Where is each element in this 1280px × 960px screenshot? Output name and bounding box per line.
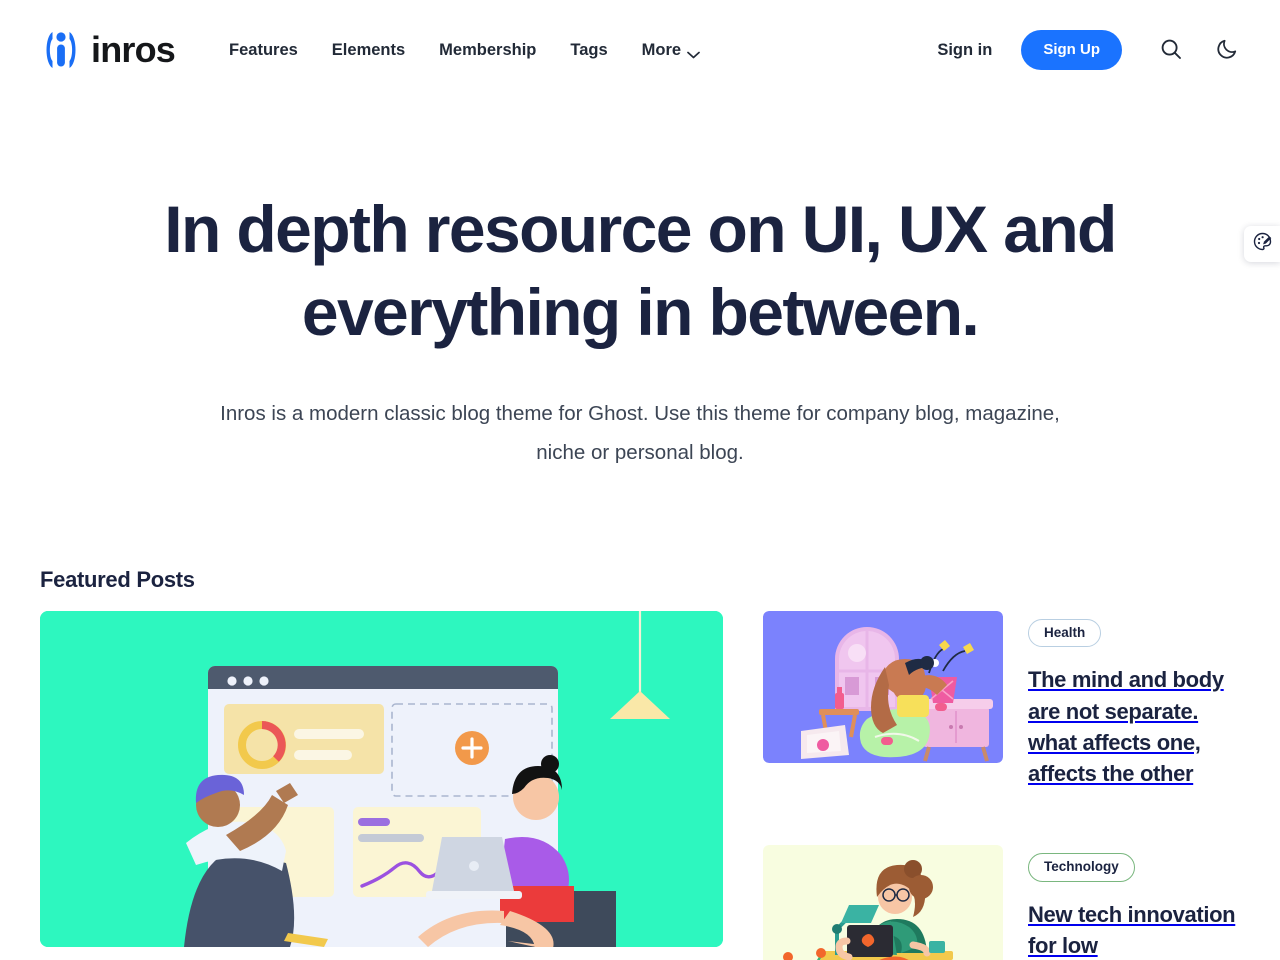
search-icon bbox=[1160, 38, 1182, 63]
nav-item-tags[interactable]: Tags bbox=[570, 42, 607, 59]
nav-item-more-label: More bbox=[641, 40, 682, 59]
hero-subtitle: Inros is a modern classic blog theme for… bbox=[220, 401, 1060, 465]
nav-item-more[interactable]: More bbox=[642, 42, 700, 59]
featured-posts-heading: Featured Posts bbox=[40, 566, 195, 592]
inros-logo-icon bbox=[40, 28, 82, 72]
side-post-meta: Health The mind and body are not separat… bbox=[1028, 611, 1240, 789]
site-header: inros Features Elements Membership Tags … bbox=[0, 0, 1280, 100]
post-title-technology: New tech innovation for low bbox=[1028, 901, 1236, 958]
page-title: In depth resource on UI, UX and everythi… bbox=[164, 192, 1117, 349]
side-post-health[interactable]: Health The mind and body are not separat… bbox=[763, 610, 1240, 789]
palette-brush-icon bbox=[1253, 232, 1272, 256]
nav-item-membership[interactable]: Membership bbox=[439, 42, 536, 59]
post-title-health: The mind and body are not separate. what… bbox=[1028, 667, 1224, 786]
primary-navigation: Features Elements Membership Tags More bbox=[229, 42, 700, 59]
woman-stretching-illustration bbox=[763, 610, 1003, 763]
dark-mode-toggle[interactable] bbox=[1214, 37, 1240, 63]
side-post-technology[interactable]: Technology New tech innovation for low bbox=[763, 845, 1240, 960]
woman-at-desk-tablet-illustration bbox=[763, 845, 1003, 960]
post-tag-health[interactable]: Health bbox=[1028, 618, 1102, 648]
sign-up-button[interactable]: Sign Up bbox=[1021, 30, 1122, 70]
search-button[interactable] bbox=[1158, 37, 1184, 63]
featured-main-post-card[interactable] bbox=[40, 610, 723, 947]
header-actions: Sign in Sign Up bbox=[937, 30, 1240, 70]
featured-posts-grid: Health The mind and body are not separat… bbox=[40, 610, 1240, 960]
featured-side-posts: Health The mind and body are not separat… bbox=[763, 610, 1240, 960]
theme-customizer-button[interactable] bbox=[1244, 226, 1280, 262]
nav-item-elements[interactable]: Elements bbox=[332, 42, 405, 59]
brand-logo-link[interactable]: inros bbox=[40, 28, 176, 72]
side-post-meta: Technology New tech innovation for low bbox=[1028, 845, 1240, 960]
ui-ux-collaboration-illustration bbox=[40, 610, 723, 947]
post-tag-technology[interactable]: Technology bbox=[1028, 853, 1135, 882]
nav-item-features[interactable]: Features bbox=[229, 42, 298, 59]
hero-section: In depth resource on UI, UX and everythi… bbox=[0, 100, 1280, 473]
brand-name: inros bbox=[91, 29, 176, 70]
sign-in-link[interactable]: Sign in bbox=[937, 41, 992, 60]
chevron-down-icon bbox=[687, 46, 700, 59]
featured-posts-section: Featured Posts Health The mind and body … bbox=[0, 473, 1280, 960]
moon-icon bbox=[1216, 38, 1238, 62]
